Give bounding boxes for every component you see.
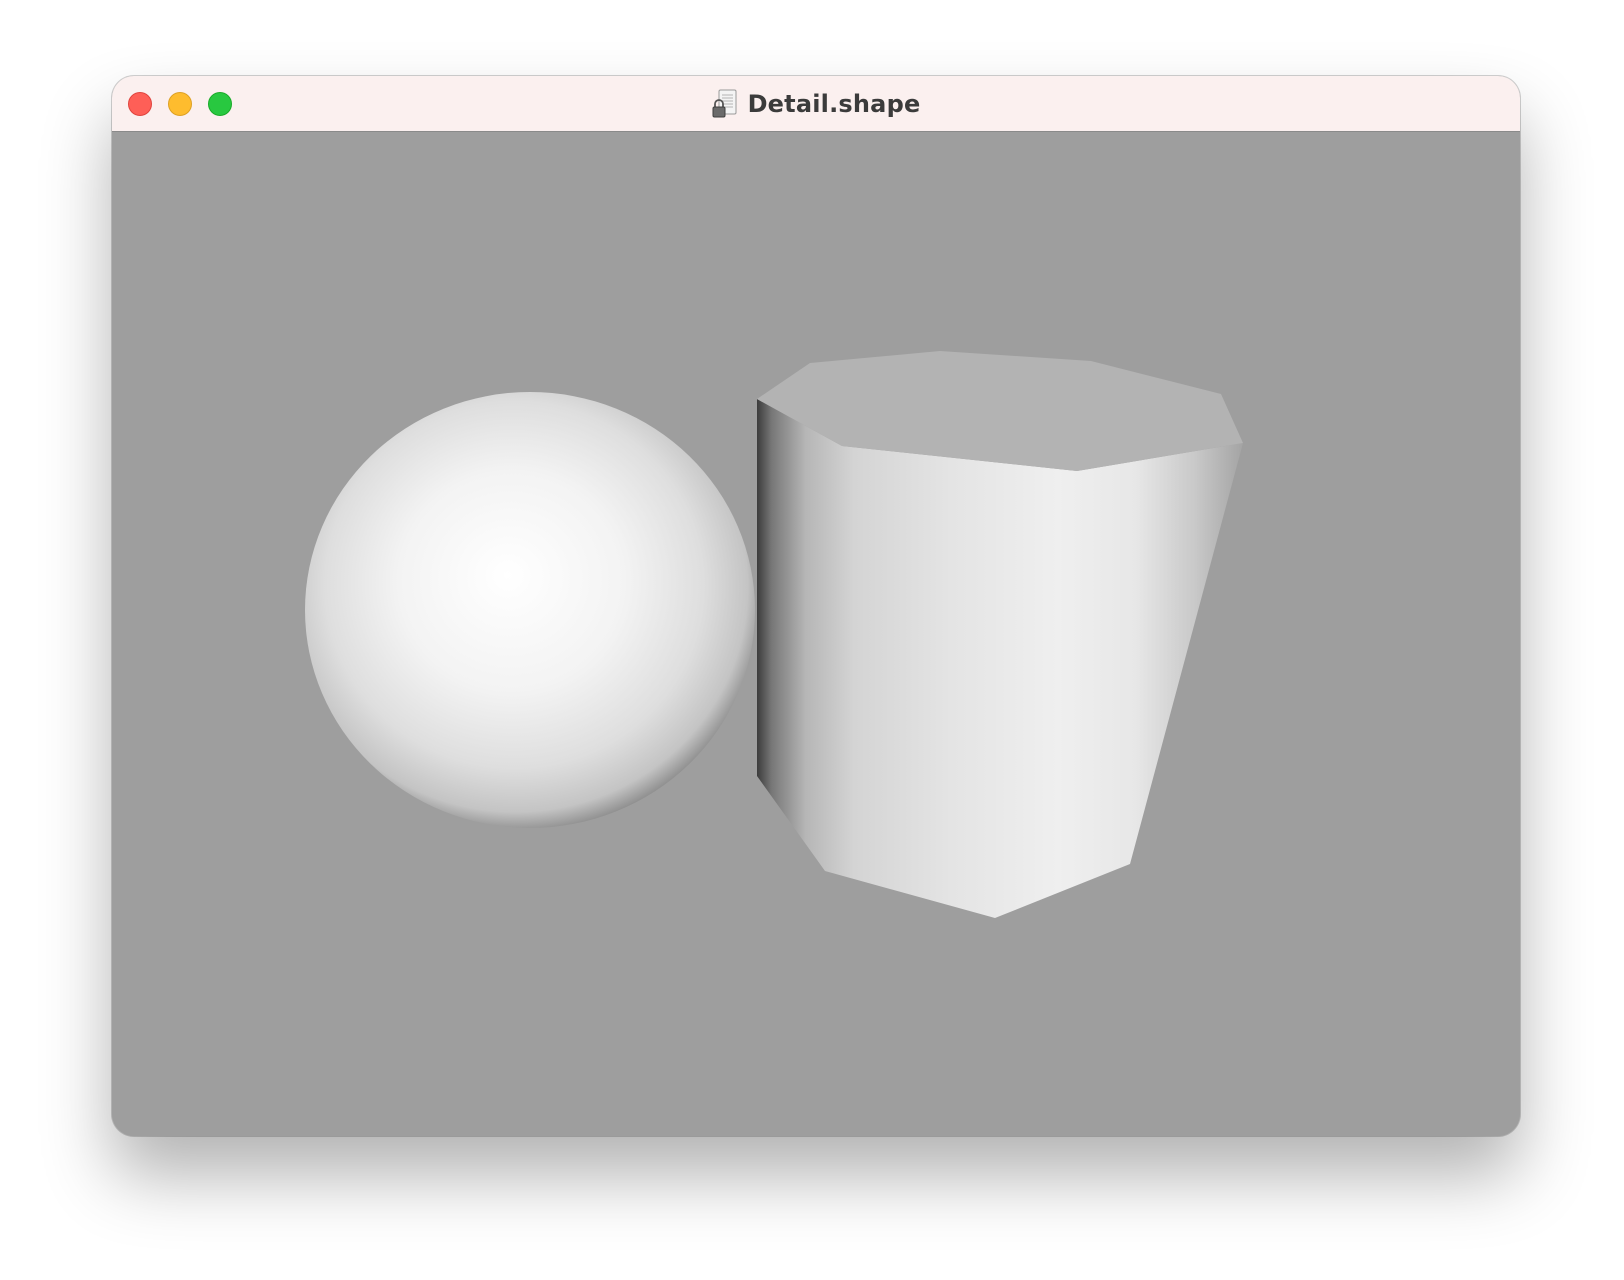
3d-viewport[interactable] — [112, 132, 1520, 1136]
locked-document-icon — [712, 89, 737, 118]
cylinder-side[interactable] — [757, 399, 1243, 918]
window-title-group: Detail.shape — [112, 76, 1520, 132]
app-window: Detail.shape — [112, 76, 1520, 1136]
sphere-object[interactable] — [305, 392, 755, 828]
title-bar[interactable]: Detail.shape — [112, 76, 1520, 132]
scene-canvas[interactable] — [112, 132, 1520, 1136]
window-title: Detail.shape — [747, 90, 921, 118]
